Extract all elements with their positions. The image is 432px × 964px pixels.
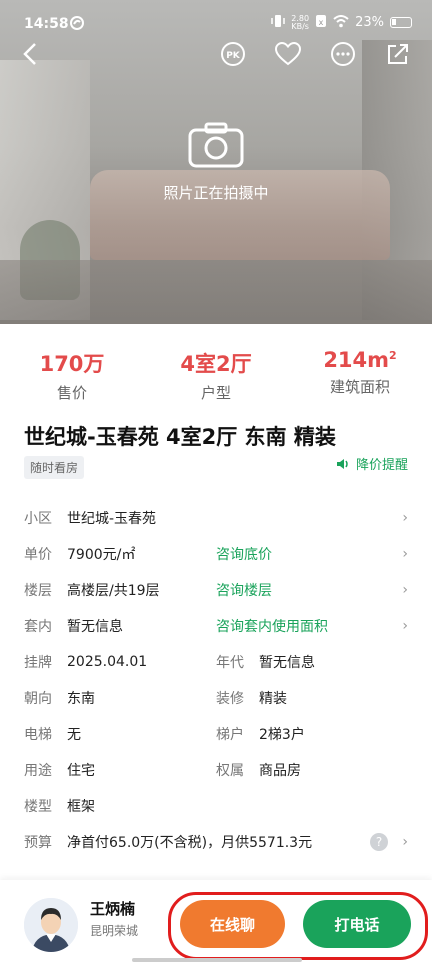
battery-icon — [390, 17, 412, 28]
row-label: 朝向 — [24, 691, 52, 707]
stat-area-sup: 2 — [389, 349, 397, 362]
consult-floor-link[interactable]: 咨询楼层 — [216, 580, 272, 600]
speaker-icon — [336, 458, 348, 469]
row-value-2: 精装 — [259, 691, 287, 707]
stat-layout: 4室2厅 户型 — [144, 348, 288, 403]
listing-title: 世纪城-玉春苑 4室2厅 东南 精装 — [24, 425, 336, 449]
row-value: 暂无信息 — [67, 619, 123, 635]
row-label: 电梯 — [24, 727, 52, 743]
chevron-right-icon: › — [402, 834, 408, 850]
consult-inner-area-link[interactable]: 咨询套内使用面积 — [216, 616, 328, 636]
row-value: 世纪城-玉春苑 — [67, 511, 157, 527]
chevron-right-icon: › — [402, 510, 408, 526]
svg-text:x: x — [319, 18, 324, 27]
row-label-2: 梯户 — [216, 727, 244, 743]
row-building-type: 楼型 框架 — [24, 788, 414, 824]
favorite-heart-icon[interactable] — [274, 40, 302, 68]
photo-caption: 照片正在拍摄中 — [163, 184, 269, 202]
stat-area-value: 214m — [323, 348, 390, 372]
row-usage: 用途 住宅 权属 商品房 — [24, 752, 414, 788]
detail-list: 小区 世纪城-玉春苑 › 单价 7900元/㎡ 咨询底价 › 楼层 高楼层/共1… — [24, 500, 414, 860]
viewing-tag: 随时看房 — [24, 456, 85, 479]
wifi-icon — [333, 14, 349, 31]
net-speed: 2.80 KB/s — [291, 14, 309, 31]
help-icon[interactable]: ? — [370, 833, 388, 851]
agent-name: 王炳楠 — [90, 900, 136, 918]
row-value: 7900元/㎡ — [67, 547, 136, 563]
stat-price: 170万 售价 — [0, 348, 144, 403]
agent-avatar-icon — [24, 898, 78, 952]
row-inner-area[interactable]: 套内 暂无信息 咨询套内使用面积 › — [24, 608, 414, 644]
row-label-2: 年代 — [216, 655, 244, 671]
row-unit-price[interactable]: 单价 7900元/㎡ 咨询底价 › — [24, 536, 414, 572]
stat-layout-label: 户型 — [200, 384, 231, 402]
stat-price-value: 170万 — [39, 352, 105, 376]
pk-compare-icon[interactable]: PK — [219, 40, 247, 68]
net-speed-unit: KB/s — [291, 21, 309, 31]
battery-percent: 23% — [355, 15, 384, 30]
row-label: 小区 — [24, 511, 52, 527]
row-value: 净首付65.0万(不含税)，月供5571.3元 — [67, 835, 313, 851]
stat-area-label: 建筑面积 — [329, 378, 390, 396]
row-value-2: 商品房 — [259, 763, 301, 779]
sim-icon: x — [315, 14, 327, 31]
row-value: 框架 — [67, 799, 95, 815]
row-orientation: 朝向 东南 装修 精装 — [24, 680, 414, 716]
row-value-2: 暂无信息 — [259, 655, 315, 671]
photo-bg-floor — [0, 260, 432, 324]
chevron-right-icon: › — [402, 582, 408, 598]
top-bar: PK — [0, 38, 432, 74]
app-indicator-icon — [70, 16, 84, 34]
price-alert-label: 降价提醒 — [355, 458, 408, 473]
row-elevator: 电梯 无 梯户 2梯3户 — [24, 716, 414, 752]
row-label: 用途 — [24, 763, 52, 779]
row-community[interactable]: 小区 世纪城-玉春苑 › — [24, 500, 414, 536]
stat-price-label: 售价 — [56, 384, 87, 402]
status-time: 14:58 — [24, 16, 69, 32]
stat-area: 214m2 建筑面积 — [288, 348, 432, 403]
chevron-right-icon: › — [402, 546, 408, 562]
stat-layout-value: 4室2厅 — [180, 352, 252, 376]
row-label: 挂牌 — [24, 655, 52, 671]
chevron-right-icon: › — [402, 618, 408, 634]
home-indicator[interactable] — [132, 958, 302, 962]
row-label: 预算 — [24, 835, 52, 851]
highlight-annotation — [168, 892, 428, 960]
row-label-2: 装修 — [216, 691, 244, 707]
row-label: 套内 — [24, 619, 52, 635]
price-alert-button[interactable]: 降价提醒 — [336, 454, 408, 473]
row-budget[interactable]: 预算 净首付65.0万(不含税)，月供5571.3元 ? › — [24, 824, 414, 860]
row-value: 东南 — [67, 691, 95, 707]
row-label: 楼型 — [24, 799, 52, 815]
row-value: 无 — [67, 727, 81, 743]
row-label-2: 权属 — [216, 763, 244, 779]
stat-area-value-wrap: 214m2 — [288, 348, 432, 372]
svg-text:PK: PK — [226, 51, 241, 61]
row-label: 单价 — [24, 547, 52, 563]
row-value: 2025.04.01 — [67, 654, 148, 670]
back-icon[interactable] — [16, 40, 44, 68]
row-floor[interactable]: 楼层 高楼层/共19层 咨询楼层 › — [24, 572, 414, 608]
row-listed: 挂牌 2025.04.01 年代 暂无信息 — [24, 644, 414, 680]
share-icon[interactable] — [384, 40, 412, 68]
camera-icon — [188, 122, 244, 168]
row-value-2: 2梯3户 — [259, 727, 305, 743]
row-value: 高楼层/共19层 — [67, 583, 160, 599]
consult-price-link[interactable]: 咨询底价 — [216, 544, 272, 564]
message-icon[interactable] — [329, 40, 357, 68]
row-value: 住宅 — [67, 763, 95, 779]
vibrate-icon — [271, 14, 286, 31]
row-label: 楼层 — [24, 583, 52, 599]
agent-avatar[interactable] — [24, 898, 78, 952]
key-stats: 170万 售价 4室2厅 户型 214m2 建筑面积 — [0, 348, 432, 403]
agent-company: 昆明荣城 — [90, 924, 139, 938]
